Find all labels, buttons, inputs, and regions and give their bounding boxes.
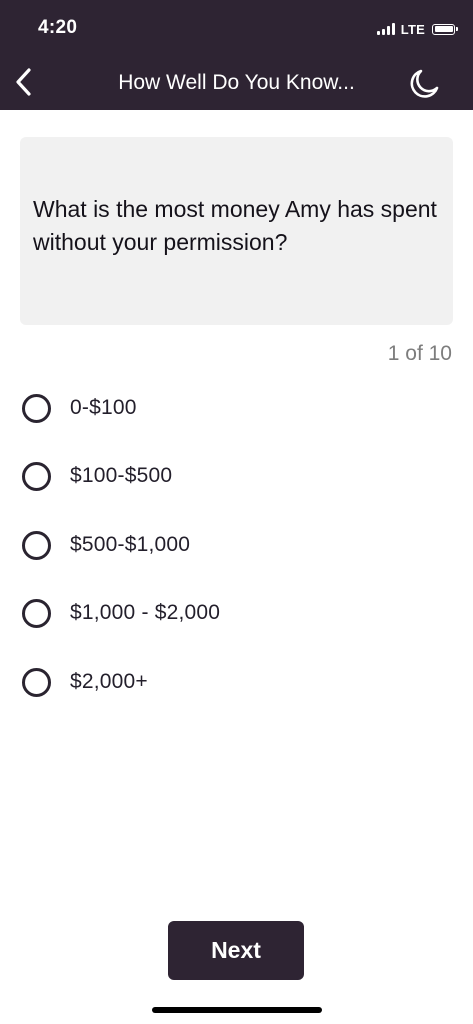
radio-button[interactable] <box>22 461 51 491</box>
back-button[interactable] <box>6 64 42 100</box>
signal-bars-icon <box>376 23 395 35</box>
next-button[interactable]: Next <box>168 921 304 980</box>
status-indicators: LTE <box>376 20 458 38</box>
option-label: $500-$1,000 <box>70 533 191 556</box>
chevron-left-icon <box>16 68 31 96</box>
question-progress: 1 of 10 <box>387 342 452 365</box>
answer-option[interactable]: $100-$500 <box>20 456 440 496</box>
home-indicator[interactable] <box>152 1007 322 1013</box>
option-label: $100-$500 <box>70 464 173 487</box>
radio-button[interactable] <box>22 530 51 560</box>
network-type: LTE <box>400 21 425 37</box>
question-text: What is the most money Amy has spent wit… <box>33 196 437 255</box>
answer-option[interactable]: $1,000 - $2,000 <box>20 593 440 633</box>
answer-option[interactable]: $2,000+ <box>20 662 440 702</box>
status-time: 4:20 <box>38 17 78 38</box>
battery-icon <box>432 23 458 35</box>
question-card: What is the most money Amy has spent wit… <box>20 137 453 325</box>
page-title: How Well Do You Know... <box>118 71 355 94</box>
radio-button[interactable] <box>22 393 51 423</box>
theme-toggle-button[interactable] <box>404 64 444 104</box>
radio-button[interactable] <box>22 667 51 697</box>
app-header: 4:20 LTE How Well Do You Know... <box>0 0 473 110</box>
radio-button[interactable] <box>22 598 51 628</box>
moon-icon <box>410 69 439 98</box>
option-label: $2,000+ <box>70 670 148 693</box>
option-label: $1,000 - $2,000 <box>70 601 221 624</box>
answer-option[interactable]: 0-$100 <box>20 388 440 428</box>
option-label: 0-$100 <box>70 396 137 419</box>
answer-option[interactable]: $500-$1,000 <box>20 525 440 565</box>
